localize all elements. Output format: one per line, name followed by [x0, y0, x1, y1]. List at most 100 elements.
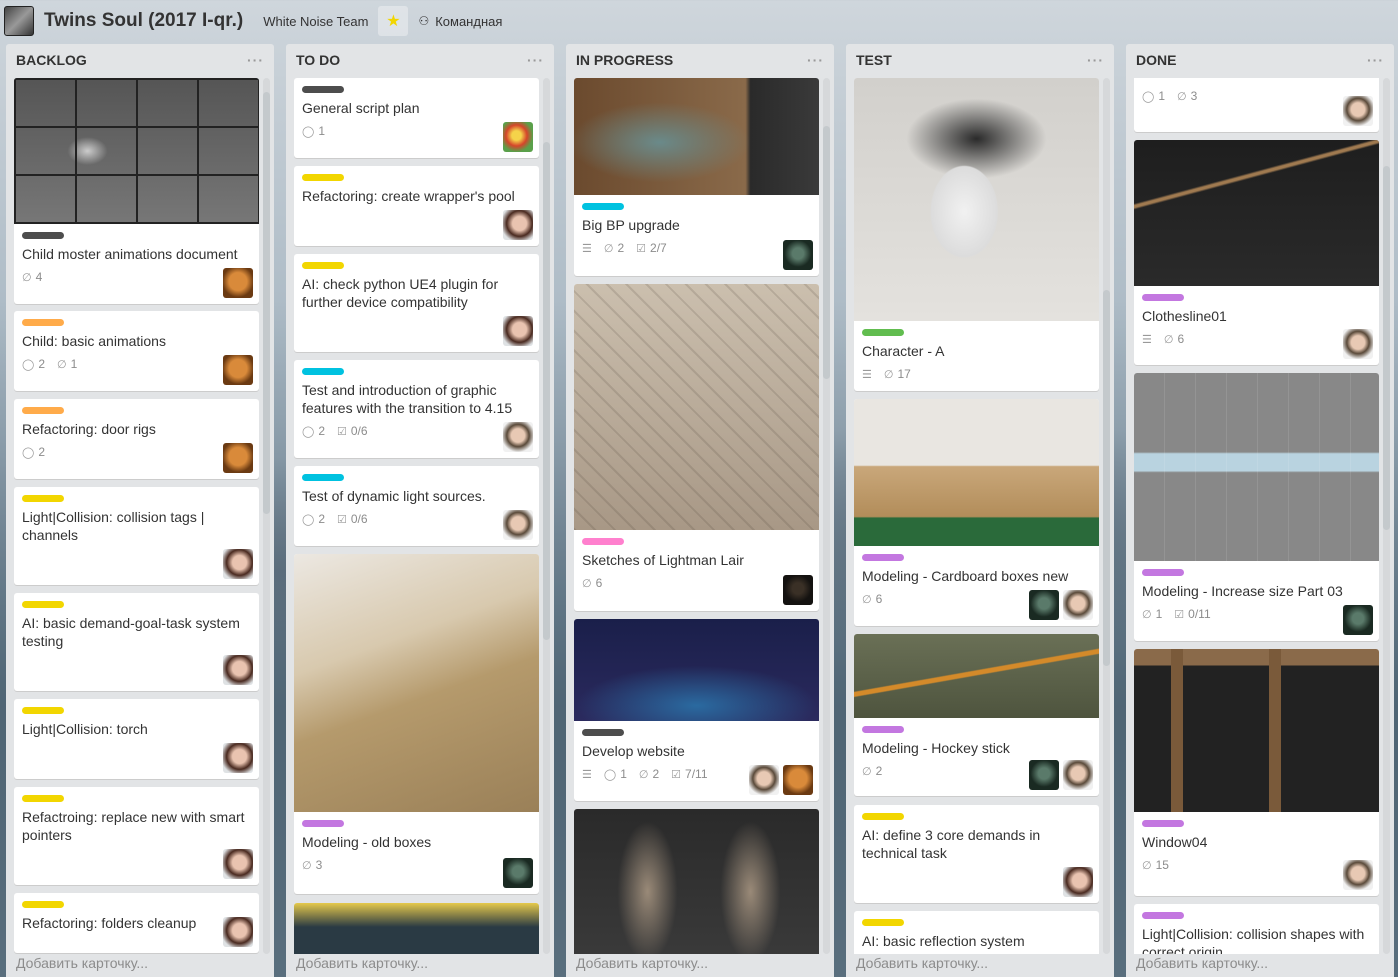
card[interactable]: AI: define 3 core demands in technical t…: [854, 805, 1099, 903]
list-name[interactable]: IN PROGRESS: [576, 52, 673, 68]
card[interactable]: Modeling - Increase size Part 03 ∅ 1 ☑ 0/11: [1134, 373, 1379, 641]
card[interactable]: AI: basic reflection system: [854, 911, 1099, 954]
card[interactable]: Light|Collision: collision shapes with c…: [1134, 904, 1379, 954]
star-icon[interactable]: ★: [378, 6, 409, 36]
member-avatar[interactable]: [223, 549, 253, 579]
list-scrollbar[interactable]: [263, 78, 270, 954]
list-menu-icon[interactable]: ···: [1087, 52, 1104, 68]
card-label: [1142, 912, 1184, 919]
card[interactable]: Light|Collision: torch: [14, 699, 259, 779]
card[interactable]: Child moster animations document ∅ 4: [14, 78, 259, 304]
card[interactable]: Light|Collision: collision tags | channe…: [14, 487, 259, 585]
member-avatar[interactable]: [1343, 860, 1373, 890]
member-avatar[interactable]: [1063, 867, 1093, 897]
member-avatar[interactable]: [503, 510, 533, 540]
board-title[interactable]: Twins Soul (2017 I-qr.): [44, 10, 243, 32]
card[interactable]: Modeling - old boxes ∅ 3: [294, 554, 539, 894]
card[interactable]: Big BP upgrade ☰ ∅ 2 ☑ 2/7: [574, 78, 819, 276]
member-avatar[interactable]: [223, 355, 253, 385]
member-avatar[interactable]: [503, 422, 533, 452]
member-avatar[interactable]: [223, 849, 253, 879]
card-cover-image: [854, 78, 1099, 321]
list-name[interactable]: TO DO: [296, 52, 340, 68]
member-avatar[interactable]: [223, 655, 253, 685]
description-badge: ☰: [1142, 333, 1152, 346]
list-name[interactable]: BACKLOG: [16, 52, 87, 68]
member-avatar[interactable]: [1063, 760, 1093, 790]
member-avatar[interactable]: [1343, 96, 1373, 126]
attachments-badge: ∅ 2: [639, 767, 659, 781]
member-avatar[interactable]: [503, 122, 533, 152]
card-members: [503, 422, 533, 452]
scrollbar-thumb[interactable]: [1103, 290, 1110, 666]
card[interactable]: Refactoring: folders cleanup: [14, 893, 259, 953]
list-scrollbar[interactable]: [1103, 78, 1110, 954]
card-members: [223, 655, 253, 685]
member-avatar[interactable]: [1029, 590, 1059, 620]
visibility-button[interactable]: ⚇ Командная: [418, 14, 502, 29]
add-card-button[interactable]: Добавить карточку...: [296, 955, 428, 977]
card-cover-image: [1134, 140, 1379, 286]
member-avatar[interactable]: [783, 765, 813, 795]
card[interactable]: Refactoring: create wrapper's pool: [294, 166, 539, 246]
member-avatar[interactable]: [783, 240, 813, 270]
card[interactable]: Window04 ∅ 15: [1134, 649, 1379, 896]
list-menu-icon[interactable]: ···: [527, 52, 544, 68]
card[interactable]: Test of dynamic light sources. ◯ 2 ☑ 0/6: [294, 466, 539, 546]
card[interactable]: [294, 903, 539, 954]
card[interactable]: Child: basic animations ◯ 2 ∅ 1: [14, 311, 259, 391]
card[interactable]: Modeling - Hockey stick ∅ 2: [854, 634, 1099, 796]
member-avatar[interactable]: [1343, 329, 1373, 359]
list-scrollbar[interactable]: [543, 78, 550, 954]
team-name[interactable]: White Noise Team: [263, 14, 368, 29]
card[interactable]: [574, 809, 819, 954]
card[interactable]: Modeling - Cardboard boxes new ∅ 6: [854, 399, 1099, 626]
card[interactable]: General script plan ◯ 1: [294, 78, 539, 158]
member-avatar[interactable]: [1343, 605, 1373, 635]
card-details: Light|Collision: collision tags | channe…: [14, 487, 259, 550]
card[interactable]: Sill02 ◯1 ∅3: [1134, 78, 1379, 132]
member-avatar[interactable]: [1029, 760, 1059, 790]
scrollbar-thumb[interactable]: [543, 142, 550, 640]
member-avatar[interactable]: [223, 743, 253, 773]
add-card-button[interactable]: Добавить карточку...: [16, 955, 148, 977]
list-menu-icon[interactable]: ···: [1367, 52, 1384, 68]
card-title: AI: basic demand-goal-task system testin…: [22, 615, 240, 649]
add-card-button[interactable]: Добавить карточку...: [576, 955, 708, 977]
card-title: AI: check python UE4 plugin for further …: [302, 276, 499, 310]
member-avatar[interactable]: [503, 210, 533, 240]
card[interactable]: Refactroing: replace new with smart poin…: [14, 787, 259, 885]
card-label: [862, 919, 904, 926]
add-card-button[interactable]: Добавить карточку...: [1136, 955, 1268, 977]
add-card-button[interactable]: Добавить карточку...: [856, 955, 988, 977]
card-cover-image: [294, 903, 539, 954]
member-avatar[interactable]: [223, 443, 253, 473]
member-avatar[interactable]: [503, 858, 533, 888]
scrollbar-thumb[interactable]: [1383, 166, 1390, 530]
card-label: [862, 329, 904, 336]
card[interactable]: Refactoring: door rigs ◯ 2: [14, 399, 259, 479]
board-thumbnail-icon[interactable]: [4, 6, 34, 36]
list-name[interactable]: TEST: [856, 52, 892, 68]
member-avatar[interactable]: [223, 268, 253, 298]
list-scrollbar[interactable]: [823, 78, 830, 954]
member-avatar[interactable]: [1063, 590, 1093, 620]
card[interactable]: Sketches of Lightman Lair ∅ 6: [574, 284, 819, 611]
card[interactable]: AI: check python UE4 plugin for further …: [294, 254, 539, 352]
scrollbar-thumb[interactable]: [263, 92, 270, 514]
member-avatar[interactable]: [749, 765, 779, 795]
list-menu-icon[interactable]: ···: [247, 52, 264, 68]
list-menu-icon[interactable]: ···: [807, 52, 824, 68]
member-avatar[interactable]: [783, 575, 813, 605]
card[interactable]: Character - A ☰ ∅ 17: [854, 78, 1099, 391]
card-cover-image: [14, 78, 259, 224]
card[interactable]: Develop website ☰ ◯ 1 ∅ 2 ☑ 7/11: [574, 619, 819, 801]
list-name[interactable]: DONE: [1136, 52, 1176, 68]
card[interactable]: AI: basic demand-goal-task system testin…: [14, 593, 259, 691]
scrollbar-thumb[interactable]: [823, 126, 830, 379]
card[interactable]: Clothesline01 ☰ ∅ 6: [1134, 140, 1379, 365]
member-avatar[interactable]: [503, 316, 533, 346]
card[interactable]: Test and introduction of graphic feature…: [294, 360, 539, 458]
member-avatar[interactable]: [223, 917, 253, 947]
list-scrollbar[interactable]: [1383, 78, 1390, 954]
